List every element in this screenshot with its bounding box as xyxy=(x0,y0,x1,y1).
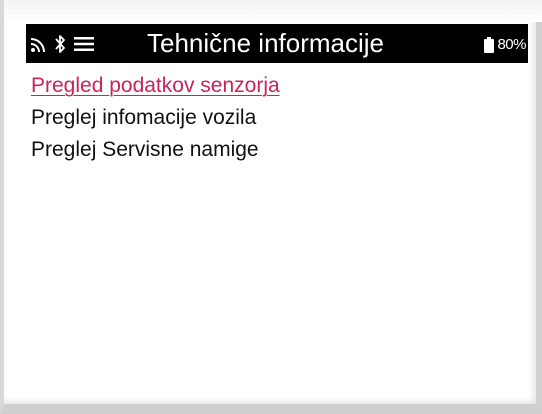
wifi-icon xyxy=(30,35,48,53)
bluetooth-icon xyxy=(54,34,66,54)
battery-icon xyxy=(484,37,495,53)
battery-indicator: 80% xyxy=(484,36,526,54)
tech-info-menu: Pregled podatkov senzorja Preglej infoma… xyxy=(31,70,280,166)
menu-icon[interactable] xyxy=(74,36,94,52)
menu-item-service-tips[interactable]: Preglej Servisne namige xyxy=(31,134,280,166)
status-bar: Tehnične informacije 80% xyxy=(26,24,528,63)
screen-title: Tehnične informacije xyxy=(147,28,385,58)
battery-percent: 80% xyxy=(497,36,526,53)
status-icons xyxy=(30,31,94,57)
device-screen: Tehnične informacije 80% Pregled podatko… xyxy=(0,0,542,414)
screen-top-fade xyxy=(4,0,542,22)
menu-item-vehicle-info[interactable]: Preglej infomacije vozila xyxy=(31,102,280,134)
menu-item-sensor-data[interactable]: Pregled podatkov senzorja xyxy=(31,70,280,102)
